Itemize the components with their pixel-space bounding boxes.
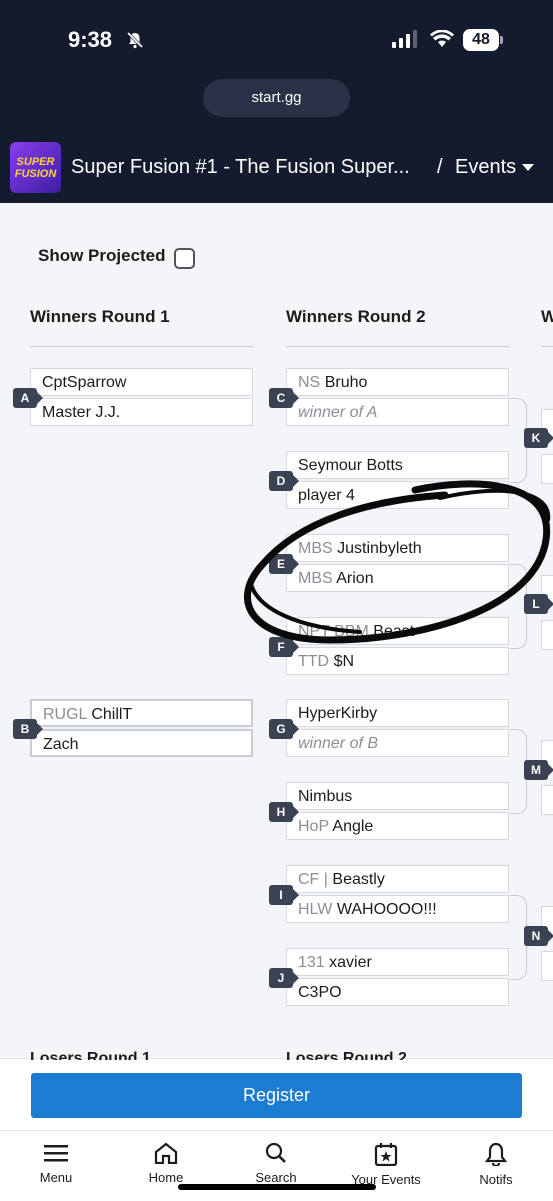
calendar-star-icon: [374, 1143, 398, 1166]
menu-icon: [44, 1145, 68, 1162]
bell-icon: [484, 1142, 508, 1166]
search-icon: [265, 1142, 286, 1163]
tab-home[interactable]: Home: [121, 1142, 211, 1185]
round-header-losers-2: Losers Round 2: [286, 1050, 407, 1060]
home-icon: [154, 1142, 178, 1164]
tab-label: Notifs: [479, 1172, 513, 1187]
round-header-losers-1: Losers Round 1: [30, 1050, 151, 1060]
register-button[interactable]: Register: [31, 1073, 522, 1118]
tab-label: Search: [255, 1170, 297, 1185]
divider: [0, 1130, 553, 1131]
tab-label: Home: [148, 1170, 184, 1185]
tab-notifs[interactable]: Notifs: [451, 1142, 541, 1187]
home-indicator: [178, 1184, 376, 1190]
tab-label: Menu: [39, 1170, 73, 1185]
tab-search[interactable]: Search: [231, 1142, 321, 1185]
tab-your-events[interactable]: Your Events: [341, 1142, 431, 1187]
scribble-annotation: [244, 480, 551, 644]
tab-menu[interactable]: Menu: [11, 1142, 101, 1185]
